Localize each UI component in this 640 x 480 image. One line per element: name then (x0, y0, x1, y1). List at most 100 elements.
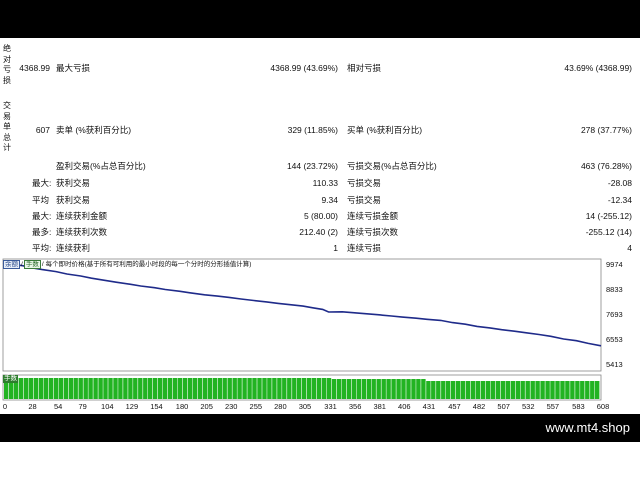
volume-bar (580, 381, 585, 399)
volume-bar (297, 378, 302, 399)
x-tick-label: 482 (472, 402, 486, 411)
short-label: 卖单 (%获利百分比) (56, 125, 132, 135)
volume-bar (346, 379, 352, 399)
volume-bar (451, 381, 456, 399)
x-tick-label: 431 (422, 402, 436, 411)
max-consec-loss-label: 连续亏损金额 (347, 211, 399, 221)
volume-bar (436, 381, 441, 399)
volume-bar (550, 381, 555, 399)
volume-bar (590, 381, 595, 399)
avg-consec-loss-value: 4 (627, 243, 632, 253)
abs-dd-label: 绝对亏损 (3, 44, 11, 85)
volume-bar (123, 378, 128, 399)
x-tick-label: 583 (572, 402, 585, 411)
trades-value: 607 (35, 125, 50, 135)
volume-bar (366, 379, 371, 399)
volume-bar (530, 381, 535, 399)
volume-bar (58, 378, 63, 399)
x-tick-label: 532 (521, 402, 535, 411)
volume-bar (336, 379, 342, 399)
x-tick-label: 280 (274, 402, 287, 411)
average-profit-value: 9.34 (321, 195, 338, 205)
x-tick-label: 305 (298, 402, 312, 411)
tab-balance[interactable]: 余额 (3, 260, 20, 269)
volume-bar (247, 378, 252, 399)
volume-bar (485, 381, 491, 399)
volume-bar (316, 378, 322, 399)
volume-bar (232, 378, 237, 399)
volume-bar (555, 381, 560, 399)
max-consec-profit-value: 5 (80.00) (303, 211, 338, 221)
volume-bar (33, 378, 39, 399)
long-label: 买单 (%获利百分比) (347, 125, 423, 135)
volume-bar (406, 379, 411, 399)
max-consec-profit-label: 连续获利金额 (56, 211, 108, 221)
volume-bar (262, 378, 267, 399)
largest-profit-value: 110.33 (312, 178, 338, 188)
volume-bar (192, 378, 198, 399)
volume-bar (43, 378, 49, 399)
x-tick-label: 129 (125, 402, 139, 411)
x-tick-label: 406 (398, 402, 411, 411)
volume-bar (426, 381, 431, 399)
loss-trades-label: 亏损交易(%占总百分比) (347, 161, 437, 171)
x-tick-label: 154 (150, 402, 163, 411)
volume-bar (446, 381, 451, 399)
volume-bar (371, 379, 376, 399)
volume-bar (222, 378, 227, 399)
volume-label: 手数 (3, 375, 18, 383)
tab-lots[interactable]: 手数 (23, 260, 41, 269)
report-table: 绝对亏损 4368.99 最大亏损 4368.99 (43.69%) 相对亏损 … (0, 38, 640, 256)
volume-bar (83, 378, 88, 399)
x-tick-label: 54 (53, 402, 63, 411)
max-dd-value: 4368.99 (43.69%) (270, 63, 338, 73)
x-tick-label: 0 (2, 402, 8, 411)
x-tick-label: 356 (348, 402, 362, 411)
volume-bar (172, 378, 178, 399)
volume-bar (441, 381, 446, 399)
avg-consec-prefix: 平均: (32, 243, 52, 253)
average-loss-label: 亏损交易 (347, 195, 382, 205)
x-tick-label: 557 (546, 402, 560, 411)
volume-bar (177, 378, 183, 399)
max-consec2-profit-value: 212.40 (2) (299, 227, 338, 237)
max-consec2-prefix: 最多: (32, 227, 52, 237)
volume-bar (535, 381, 540, 399)
volume-bar (302, 378, 307, 399)
volume-bar (292, 378, 297, 399)
volume-bar (53, 378, 59, 399)
volume-bar (78, 378, 83, 399)
x-tick-label: 381 (373, 402, 386, 411)
y-tick-label: 6553 (606, 335, 623, 345)
volume-bar (500, 381, 506, 399)
volume-bar (48, 378, 54, 399)
max-consec2-loss-value: -255.12 (14) (585, 227, 632, 237)
volume-bar (38, 378, 44, 399)
x-tick-label: 331 (324, 402, 337, 411)
volume-bar (257, 378, 262, 399)
volume-bar (515, 381, 520, 399)
volume-bar (88, 378, 93, 399)
volume-bar (227, 378, 232, 399)
chart-legend: 余额 / 手数 / 每个即时价格(基于所有可利用的最小时段的每一个分时的分形插值计算) (3, 260, 252, 269)
y-tick-label: 8833 (606, 284, 623, 294)
max-consec2-loss-label: 连续亏损次数 (347, 227, 399, 237)
volume-bar (187, 378, 193, 399)
long-value: 278 (37.77%) (580, 125, 632, 135)
volume-bar (237, 378, 242, 399)
volume-bar (560, 381, 565, 399)
volume-bar (133, 378, 138, 399)
average-loss-value: -12.34 (607, 195, 632, 205)
volume-bar (93, 378, 98, 399)
volume-bar (18, 378, 24, 399)
volume-bar (510, 381, 515, 399)
largest-prefix: 最大: (32, 178, 52, 188)
volume-bar (153, 378, 158, 399)
y-tick-label: 5413 (606, 360, 623, 370)
volume-bar (321, 378, 327, 399)
volume-bar (162, 378, 168, 399)
rel-dd-value: 43.69% (4368.99) (564, 63, 632, 73)
max-consec2-profit-label: 连续获利次数 (56, 227, 108, 237)
volume-bar (421, 379, 426, 399)
footer-bar: www.mt4.shop (0, 414, 640, 442)
